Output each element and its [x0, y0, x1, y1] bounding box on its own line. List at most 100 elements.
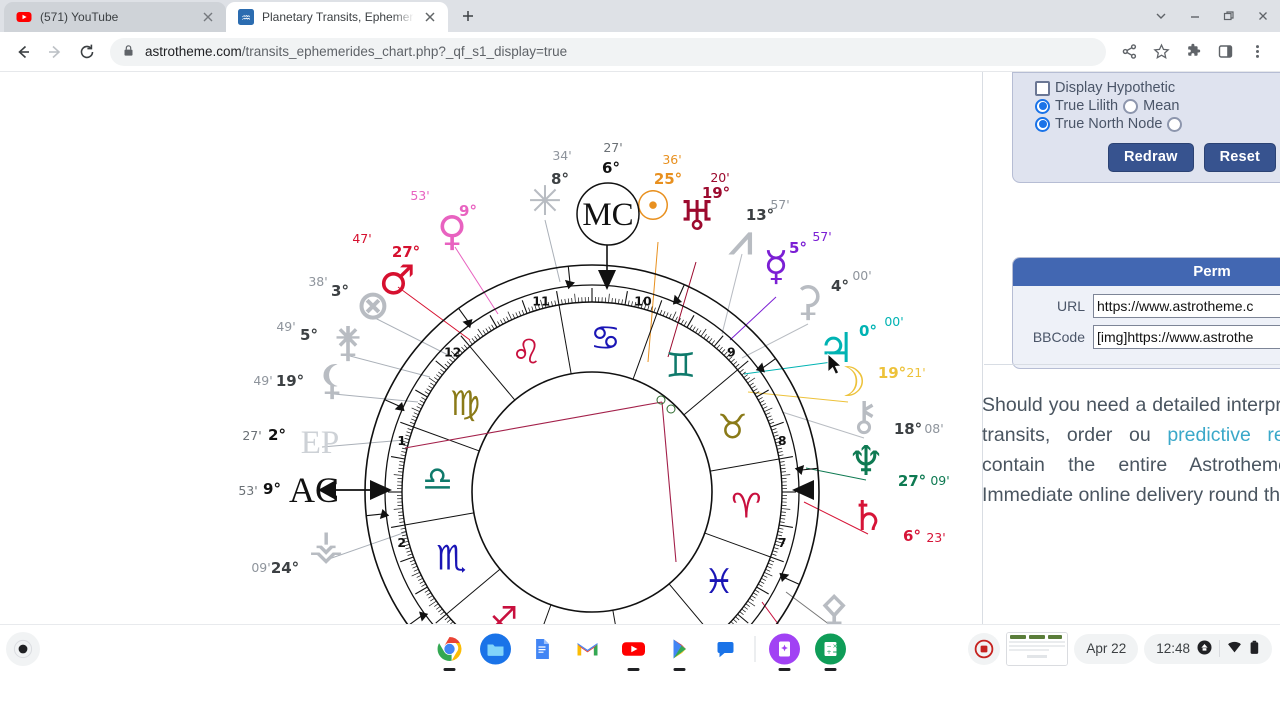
restore-icon[interactable] [1212, 0, 1246, 32]
zodiac-glyph-virgo: ♍ [450, 384, 480, 424]
radio-mean-lilith[interactable] [1123, 98, 1139, 114]
planet-minute: 57' [812, 229, 831, 244]
status-area[interactable]: 12:48 [1144, 633, 1272, 664]
angle-label: AC [289, 470, 339, 510]
upload-icon [1197, 640, 1212, 658]
address-bar[interactable]: astrotheme.com/transits_ephemerides_char… [110, 37, 1106, 66]
youtube-icon[interactable] [617, 632, 651, 671]
planet-minute: 57' [770, 197, 789, 212]
planet-minute: 23' [926, 530, 945, 545]
planet-minute: 09' [930, 473, 949, 488]
date-indicator[interactable]: Apr 22 [1074, 633, 1139, 664]
promo-text: Should you need a detailed interpretatio… [982, 390, 1280, 510]
tray-separator [1219, 640, 1220, 657]
planet-glyph: ⚸ [317, 356, 347, 404]
house-number-2: 2 [397, 535, 406, 550]
house-number-12: 12 [444, 345, 461, 360]
tab-youtube[interactable]: (571) YouTube [4, 2, 226, 32]
planet-minute: 00' [852, 268, 871, 283]
panel-divider [982, 72, 983, 672]
planet-minute: 36' [662, 152, 681, 167]
zodiac-glyph-aries: ♈ [731, 487, 761, 527]
url-host: astrotheme.com [145, 44, 242, 59]
lilith-option-row: True Lilith Mean [1013, 97, 1280, 115]
bookmark-star-icon[interactable] [1146, 37, 1176, 67]
window-controls [1144, 0, 1280, 32]
sheets-icon[interactable]: − × + = [814, 632, 848, 671]
page-viewport: ♊♉♈♓♒♑♐♏♎♍♌♋ 109876543211211 [0, 72, 1280, 672]
house-number-11: 11 [532, 294, 549, 309]
new-tab-button[interactable] [454, 2, 482, 30]
zodiac-glyph-scorpio: ♏ [436, 539, 466, 579]
options-panel: Display Hypothetic True Lilith Mean True… [1012, 72, 1280, 183]
radio-mean-node[interactable] [1167, 116, 1183, 132]
predictive-reports-link[interactable]: predictive reports [1167, 424, 1280, 446]
launcher-icon[interactable] [6, 631, 40, 666]
angle-label: MC [582, 197, 633, 233]
zodiac-glyph-pisces: ♓ [704, 562, 734, 602]
checkbox-icon[interactable] [1035, 80, 1050, 96]
angle-degree: 2° [268, 426, 286, 444]
angle-degree: 6° [602, 159, 620, 177]
close-icon[interactable] [1246, 0, 1280, 32]
angle-ep: EP 2° 27' [242, 425, 339, 461]
bbcode-input[interactable]: [img]https://www.astrothe [1093, 325, 1280, 349]
planet-degree: 8° [551, 170, 569, 188]
minimize-icon[interactable] [1178, 0, 1212, 32]
close-icon[interactable] [422, 9, 438, 25]
keep-icon[interactable] [768, 632, 802, 671]
tab-title: Planetary Transits, Ephemerides [262, 10, 414, 24]
planet-degree: 9° [459, 202, 477, 220]
planet-glyph: ☿ [763, 242, 788, 290]
planet-glyph: ⚳ [793, 277, 823, 325]
close-icon[interactable] [200, 9, 216, 25]
reset-button[interactable]: Reset [1203, 143, 1277, 172]
true-lilith-label: True Lilith [1055, 98, 1119, 114]
angle-ac: AC 9° 53' [238, 470, 339, 510]
house-number-1: 1 [397, 433, 406, 448]
svg-text:+: + [827, 649, 832, 656]
permalink-body: URL https://www.astrotheme.c BBCode [img… [1013, 286, 1280, 368]
back-arrow-icon[interactable] [8, 37, 38, 67]
right-panel: Display Hypothetic True Lilith Mean True… [982, 72, 1280, 672]
screen-record-icon[interactable] [968, 632, 1001, 665]
radio-true-lilith[interactable] [1035, 98, 1050, 114]
planet-minute: 00' [884, 314, 903, 329]
hypothetical-option[interactable]: Display Hypothetic [1013, 79, 1280, 97]
planet-minute: 49' [276, 319, 295, 334]
side-panel-icon[interactable] [1210, 37, 1240, 67]
running-indicator [673, 668, 686, 671]
files-icon[interactable] [479, 632, 513, 666]
play-store-icon[interactable] [663, 632, 697, 671]
radio-true-north-node[interactable] [1035, 116, 1050, 132]
docs-icon[interactable] [525, 632, 559, 666]
planet-uranus: ♅19°20' [679, 170, 731, 240]
planet-venus: ♀9°53' [410, 188, 477, 255]
redraw-button[interactable]: Redraw [1108, 143, 1194, 172]
zodiac-glyph-leo: ♌ [511, 333, 541, 373]
planet-ceres: ⚳ 4°00' [793, 268, 872, 325]
chat-icon[interactable] [709, 632, 743, 666]
angle-label: EP [301, 425, 340, 461]
planet-degree: 19° [702, 184, 730, 202]
planet-minute: 53' [410, 188, 429, 203]
time-text: 12:48 [1156, 641, 1190, 656]
planet-glyph: ⚶ [309, 521, 344, 569]
bbcode-row: BBCode [img]https://www.astrothe [1023, 325, 1280, 349]
planet-degree: 27° [392, 243, 420, 261]
chevron-down-icon[interactable] [1144, 0, 1178, 32]
url-input[interactable]: https://www.astrotheme.c [1093, 294, 1280, 318]
extensions-puzzle-icon[interactable] [1178, 37, 1208, 67]
share-icon[interactable] [1114, 37, 1144, 67]
window-preview-thumbnail[interactable] [1006, 631, 1069, 666]
planet-degree: 5° [789, 239, 807, 257]
gmail-icon[interactable] [571, 632, 605, 666]
chrome-icon[interactable] [433, 632, 467, 671]
zodiac-glyph-gemini: ♊ [666, 346, 696, 386]
wifi-icon [1227, 640, 1242, 658]
reload-icon[interactable] [72, 37, 102, 67]
tab-planetary-transits[interactable]: ♒ Planetary Transits, Ephemerides [226, 2, 448, 32]
forward-arrow-icon[interactable] [40, 37, 70, 67]
three-dot-menu-icon[interactable] [1242, 37, 1272, 67]
planet-lilith: ⚸ 19° 49' [253, 356, 347, 404]
